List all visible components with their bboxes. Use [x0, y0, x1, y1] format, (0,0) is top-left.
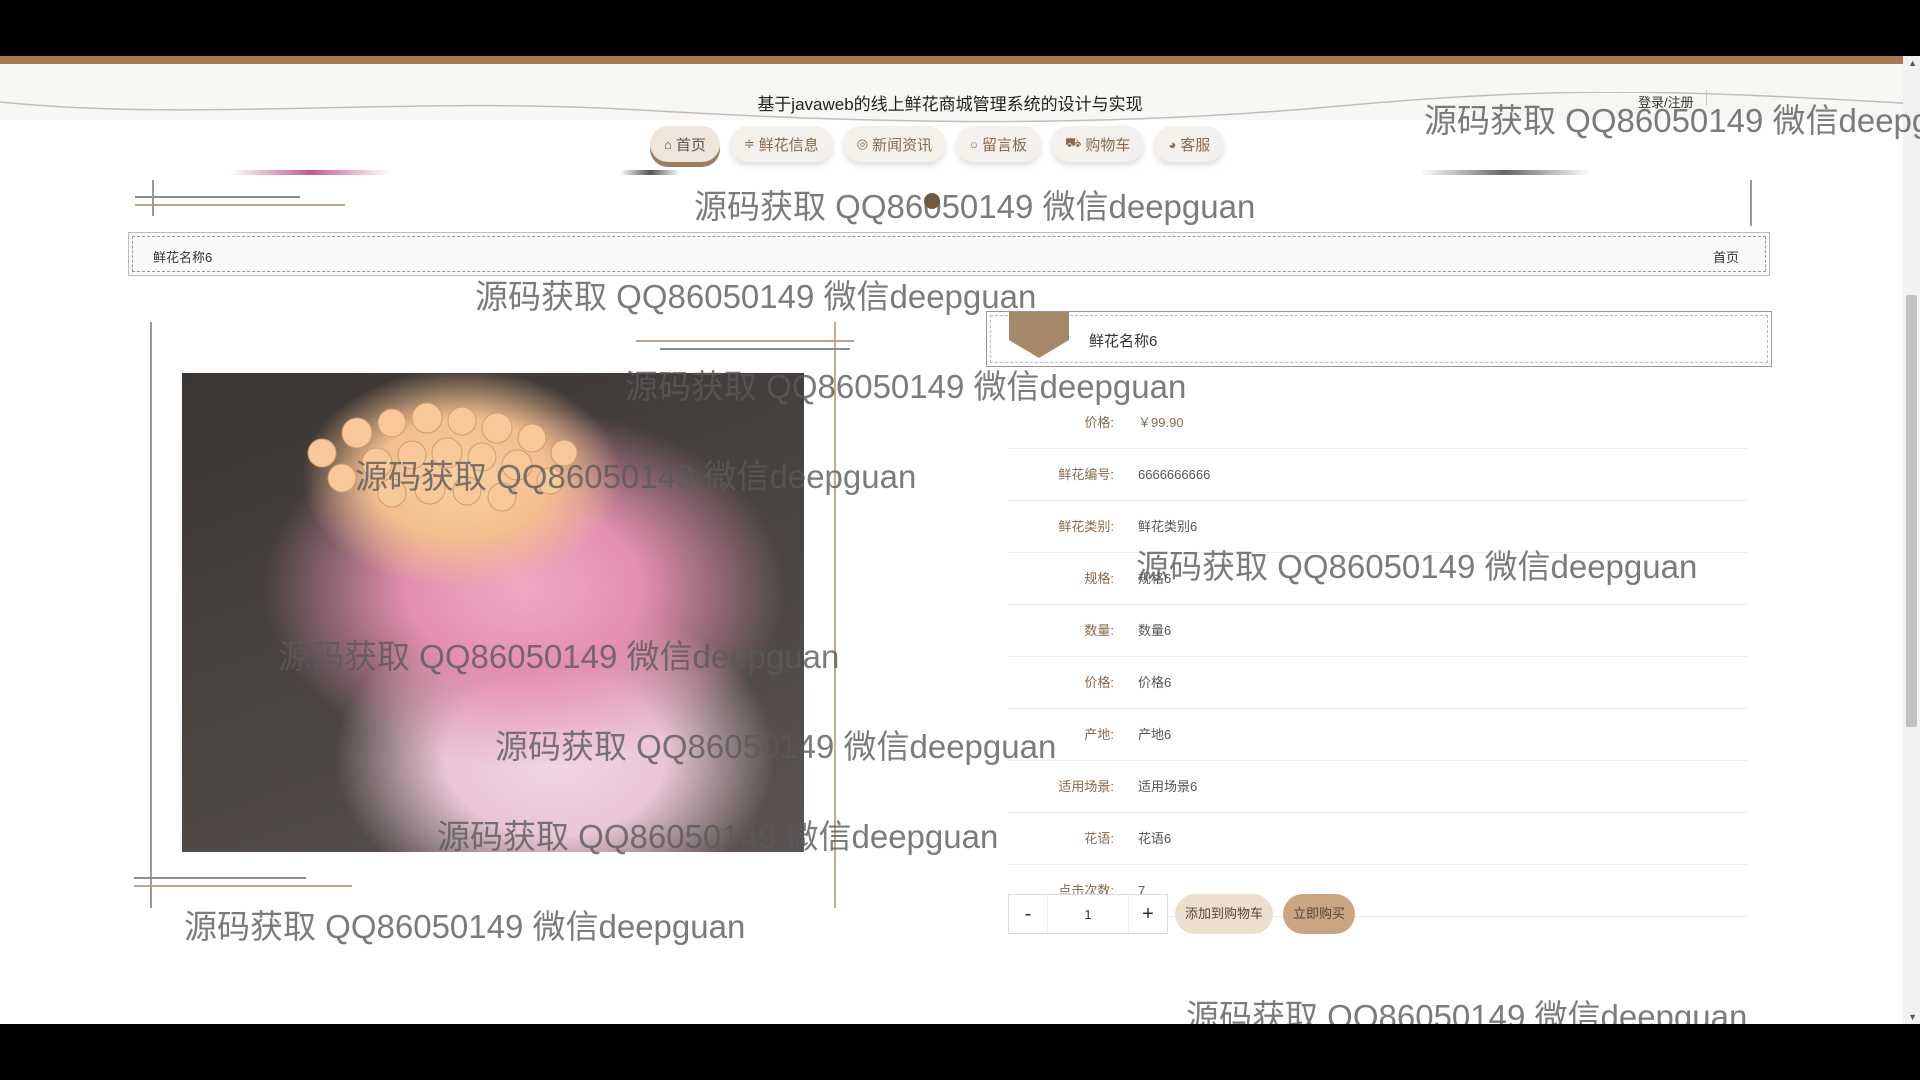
detail-label: 价格: [1084, 415, 1114, 430]
decor-vline [1750, 180, 1752, 226]
quantity-input[interactable] [1047, 895, 1129, 933]
nav-item-0[interactable]: ⌂ 首页 [650, 126, 720, 162]
scrollbar-thumb[interactable] [1906, 295, 1917, 727]
breadcrumb: 鲜花名称6 首页 [128, 232, 1770, 276]
nav-item-label: 鲜花信息 [758, 136, 819, 154]
page-scrollbar[interactable]: ▲ ▼ [1903, 56, 1920, 1024]
detail-row: 价格: 价格6 [1008, 657, 1748, 709]
sliders-icon: ≑ [743, 136, 755, 151]
detail-label: 花语: [1084, 831, 1114, 846]
image-frame-top-line [660, 348, 850, 350]
top-accent-strip [0, 56, 1920, 64]
nav-item-label: 首页 [675, 136, 706, 154]
breadcrumb-current: 鲜花名称6 [153, 250, 213, 265]
breadcrumb-inner-border [132, 236, 1766, 272]
detail-label: 价格: [1084, 675, 1114, 690]
decor-line [135, 196, 300, 198]
watermark-text: 源码获取 QQ86050149 微信deepguan [475, 278, 1037, 315]
nav-brush-stroke-right [1420, 170, 1590, 175]
detail-value: 数量6 [1138, 623, 1172, 638]
detail-row: 产地: 产地6 [1008, 709, 1748, 761]
quantity-plus-button[interactable]: + [1129, 895, 1167, 933]
detail-value: 花语6 [1138, 831, 1172, 846]
decor-line [135, 204, 345, 206]
main-nav: ⌂ 首页 ≑ 鲜花信息 ◎ 新闻资讯 ○ 留言板 ⛟ 购物车 ◕ 客服 [650, 126, 1225, 162]
detail-value: 6666666666 [1138, 467, 1211, 482]
breadcrumb-home-link[interactable]: 首页 [1713, 247, 1739, 266]
detail-row: 数量: 数量6 [1008, 605, 1748, 657]
detail-label: 数量: [1084, 623, 1114, 638]
detail-row: 鲜花编号: 6666666666 [1008, 449, 1748, 501]
speech-bubble-icon: ○ [970, 136, 979, 152]
detail-row: 适用场景: 适用场景6 [1008, 761, 1748, 813]
buy-now-button[interactable]: 立即购买 [1283, 894, 1356, 934]
image-frame-top-line [636, 340, 854, 342]
nav-item-label: 留言板 [982, 136, 1028, 154]
home-icon: ⌂ [664, 136, 672, 152]
detail-value: 鲜花类别6 [1138, 519, 1198, 534]
browser-viewport: 基于javaweb的线上鲜花商城管理系统的设计与实现 登录/注册 ⌂ 首页 ≑ 鲜花信… [0, 56, 1920, 1024]
scroll-down-arrow-icon[interactable]: ▼ [1908, 1012, 1917, 1022]
headset-icon: ◕ [1168, 136, 1177, 152]
detail-row: 规格: 规格6 [1008, 553, 1748, 605]
nav-item-2[interactable]: ◎ 新闻资讯 [842, 126, 947, 162]
nav-item-label: 客服 [1180, 136, 1211, 154]
nav-item-label: 新闻资讯 [872, 136, 933, 154]
detail-label: 规格: [1084, 571, 1114, 586]
nav-brush-stroke-left [230, 170, 390, 175]
quantity-stepper: - + [1008, 894, 1168, 934]
nav-item-label: 购物车 [1085, 136, 1131, 154]
image-frame-bottom-line [134, 885, 352, 887]
detail-label: 适用场景: [1058, 779, 1114, 794]
detail-value: 适用场景6 [1138, 779, 1198, 794]
decor-dot [924, 193, 940, 209]
nav-item-3[interactable]: ○ 留言板 [956, 126, 1042, 162]
nav-item-5[interactable]: ◕ 客服 [1154, 126, 1225, 162]
detail-value: ￥99.90 [1138, 415, 1184, 430]
product-name-header: 鲜花名称6 [986, 311, 1772, 367]
image-frame-left-line [150, 322, 152, 908]
quantity-minus-button[interactable]: - [1009, 895, 1047, 933]
detail-row: 花语: 花语6 [1008, 813, 1748, 865]
nav-item-1[interactable]: ≑ 鲜花信息 [729, 126, 833, 162]
detail-label: 鲜花编号: [1058, 467, 1114, 482]
nav-brush-stroke-center [620, 170, 680, 175]
scroll-up-arrow-icon[interactable]: ▲ [1908, 58, 1917, 68]
cart-icon: ⛟ [1065, 135, 1082, 150]
watermark-text: 源码获取 QQ86050149 微信deepguan [694, 188, 1256, 225]
detail-row: 鲜花类别: 鲜花类别6 [1008, 501, 1748, 553]
detail-label: 产地: [1084, 727, 1114, 742]
detail-value: 规格6 [1138, 571, 1172, 586]
product-image [182, 373, 804, 852]
ribbon-badge-icon [1009, 312, 1069, 358]
flower-pattern [307, 402, 578, 512]
detail-value: 价格6 [1138, 675, 1172, 690]
detail-label: 鲜花类别: [1058, 519, 1114, 534]
product-name: 鲜花名称6 [1089, 333, 1158, 350]
watermark-text: 源码获取 QQ86050149 微信deepguan [1186, 998, 1748, 1024]
image-frame-bottom-line [134, 877, 306, 879]
add-to-cart-button[interactable]: 添加到购物车 [1175, 894, 1274, 934]
watermark-text: 源码获取 QQ86050149 微信deepguan [184, 908, 746, 945]
detail-row: 价格: ￥99.90 [1008, 397, 1748, 449]
decor-vline [152, 180, 154, 216]
image-frame-right-line [834, 322, 836, 908]
globe-icon: ◎ [856, 136, 869, 151]
nav-item-4[interactable]: ⛟ 购物车 [1051, 126, 1145, 162]
detail-value: 产地6 [1138, 727, 1172, 742]
product-detail-list: 价格: ￥99.90 鲜花编号: 6666666666 鲜花类别: 鲜花类别6 规格: 规格6… [1008, 397, 1748, 917]
